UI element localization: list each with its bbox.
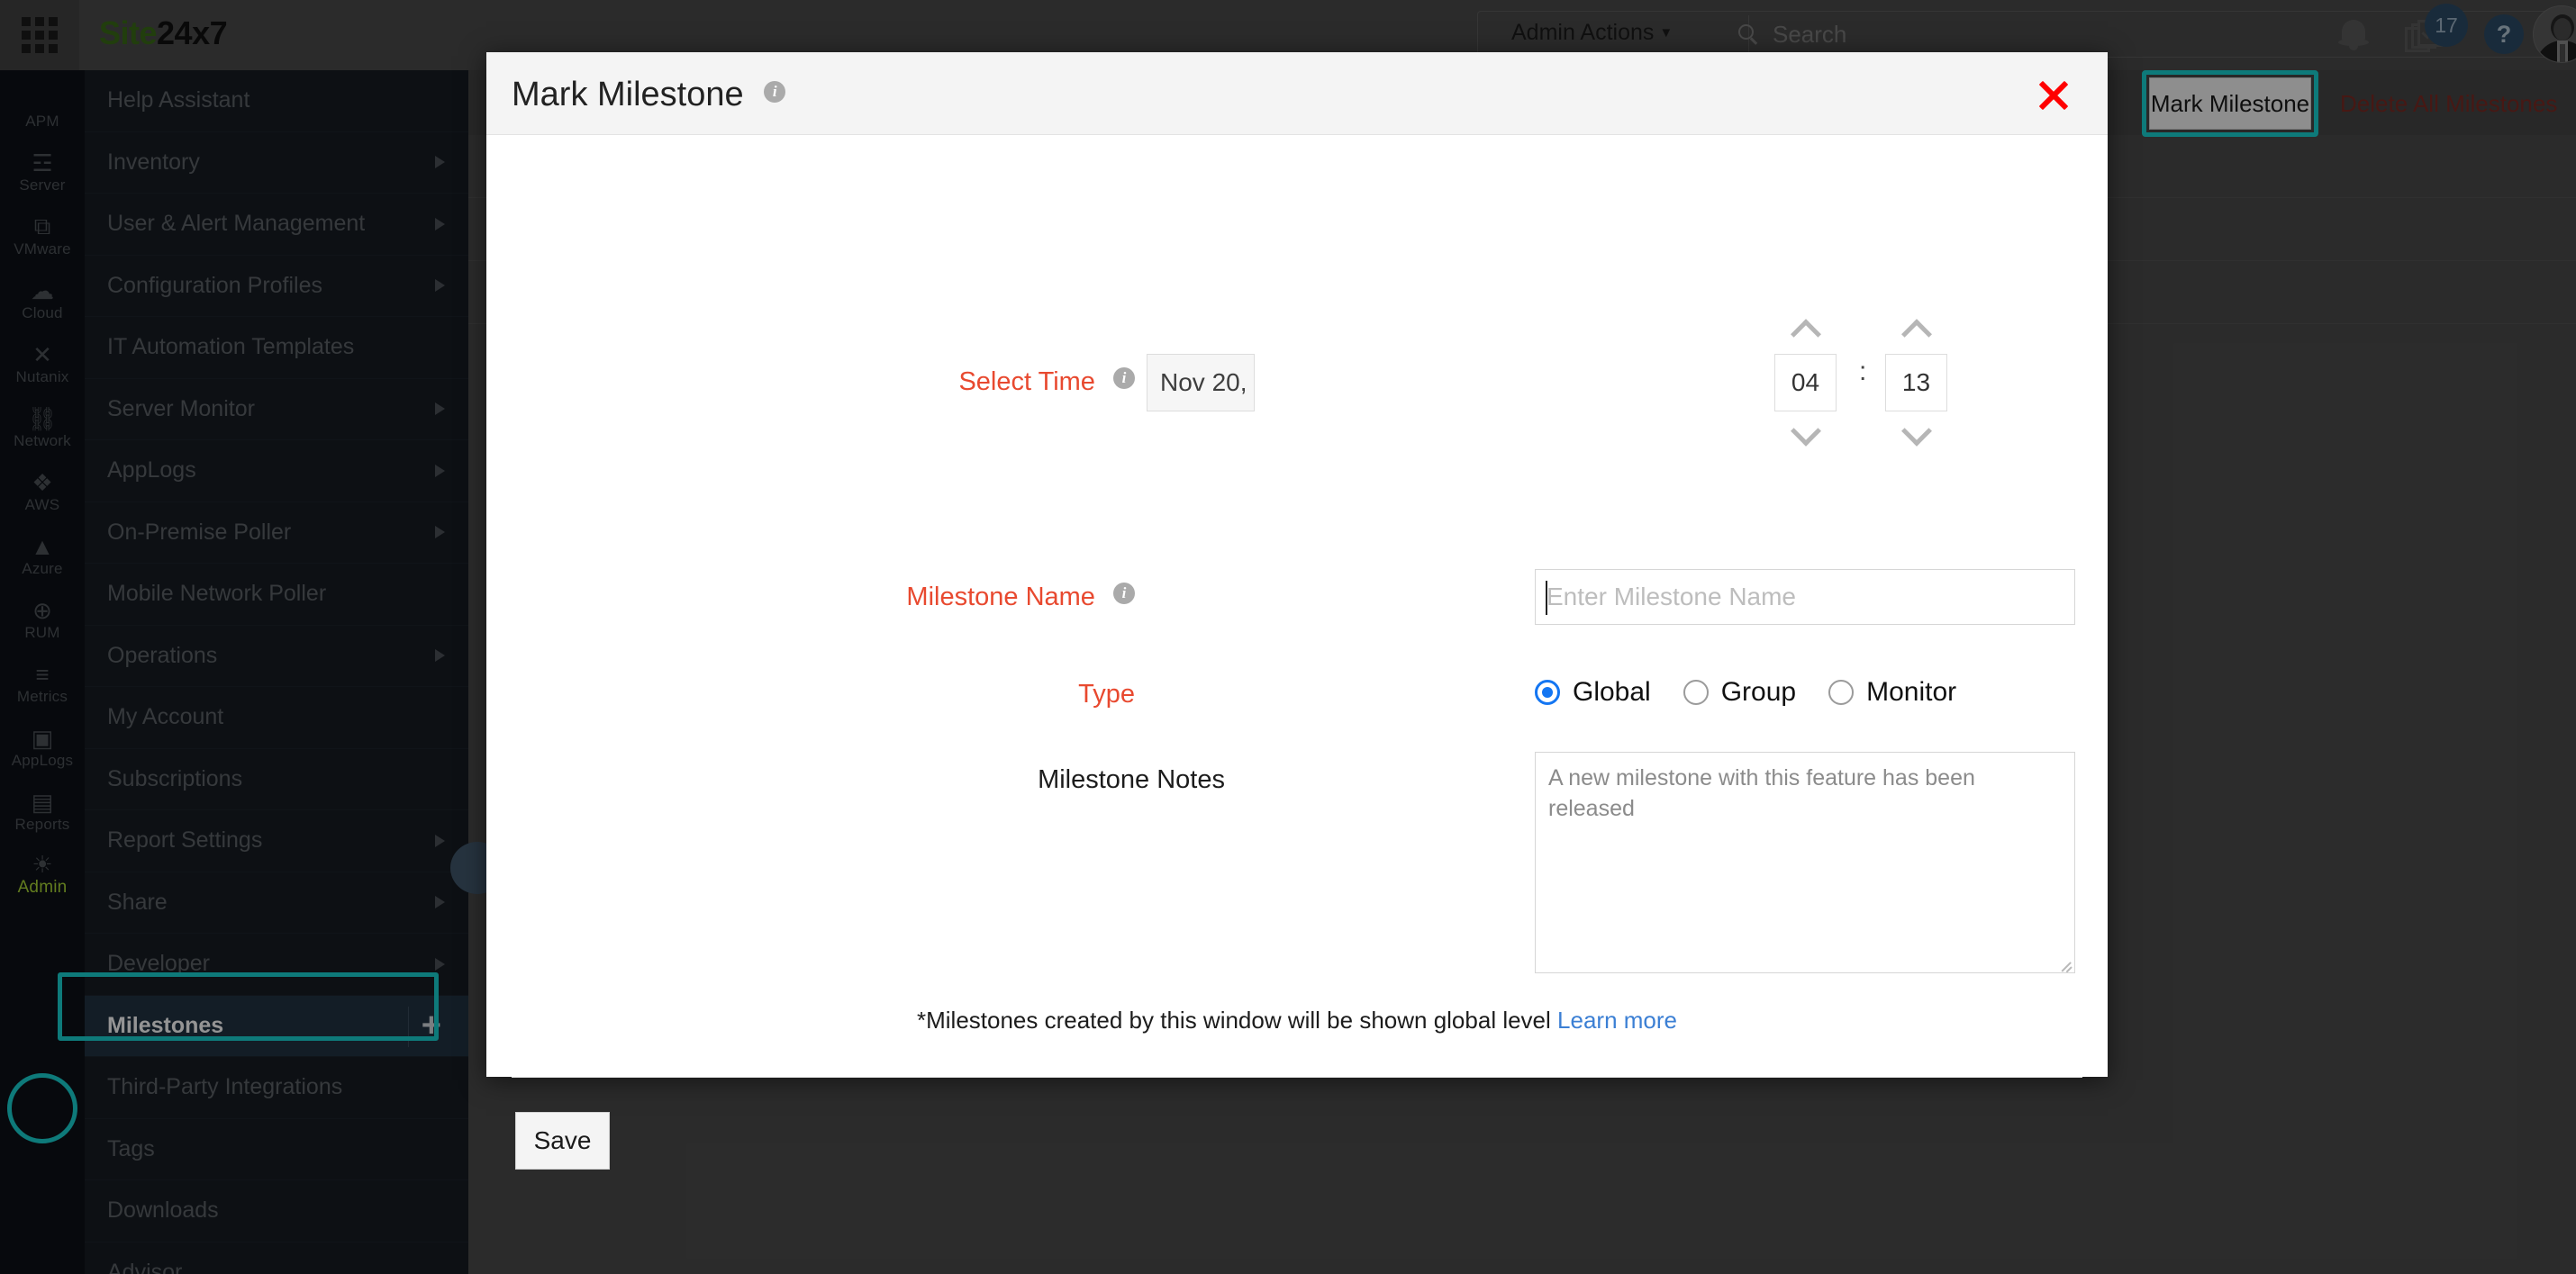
radio-indicator (1828, 680, 1855, 705)
hour-increment-button[interactable] (1774, 312, 1837, 350)
chevron-down-icon (1790, 415, 1821, 447)
divider (512, 1077, 2082, 1078)
hour-decrement-button[interactable] (1774, 415, 1837, 453)
save-button[interactable]: Save (515, 1112, 610, 1170)
dialog-body: Select Time i Nov 20, 2020 04 : 13 Miles… (486, 135, 2108, 1170)
minute-increment-button[interactable] (1885, 312, 1947, 350)
minute-value[interactable]: 13 (1885, 354, 1947, 411)
info-icon[interactable]: i (1113, 583, 1135, 605)
close-icon[interactable] (2036, 77, 2072, 113)
type-radio-group[interactable]: Group (1683, 677, 1796, 708)
footnote: *Milestones created by this window will … (486, 1007, 2108, 1035)
type-radio-label: Global (1573, 677, 1651, 707)
milestone-notes-placeholder: A new milestone with this feature has be… (1548, 765, 1975, 821)
type-radio-label: Monitor (1866, 677, 1957, 707)
dialog-header: Mark Milestone i (486, 52, 2108, 135)
date-input[interactable]: Nov 20, 2020 (1147, 354, 1255, 411)
minute-stepper[interactable]: 13 (1885, 319, 1947, 447)
time-separator: : (1859, 357, 1867, 386)
screen: Site24x7 Admin Actions ▼ Search 17 ? APM ☲… (0, 0, 2576, 1274)
milestone-notes-textarea[interactable]: A new milestone with this feature has be… (1535, 752, 2075, 973)
hour-stepper[interactable]: 04 (1774, 319, 1837, 447)
mark-milestone-dialog: Mark Milestone i Select Time i Nov 20, 2… (486, 52, 2108, 1170)
type-label: Type (1078, 680, 1135, 709)
text-cursor (1546, 581, 1547, 615)
dialog-title: Mark Milestone i (512, 76, 786, 114)
minute-decrement-button[interactable] (1885, 415, 1947, 453)
textarea-resize-handle[interactable] (2058, 956, 2073, 972)
milestone-name-input[interactable]: Enter Milestone Name (1535, 569, 2075, 625)
milestone-name-label: Milestone Name i (775, 583, 1135, 612)
dialog-title-text: Mark Milestone (512, 76, 744, 113)
radio-indicator (1535, 680, 1560, 705)
milestone-name-placeholder: Enter Milestone Name (1547, 583, 1797, 610)
chevron-up-icon (1790, 319, 1821, 350)
learn-more-link[interactable]: Learn more (1557, 1007, 1677, 1034)
type-radio-monitor[interactable]: Monitor (1828, 677, 1956, 708)
milestone-notes-label: Milestone Notes (1038, 765, 1225, 794)
radio-indicator (1683, 680, 1709, 705)
type-radio-label: Group (1720, 677, 1797, 707)
select-time-label: Select Time i (775, 367, 1135, 397)
info-icon[interactable]: i (764, 80, 786, 103)
chevron-up-icon (1900, 319, 1932, 350)
hour-value[interactable]: 04 (1774, 354, 1837, 411)
milestone-name-label-text: Milestone Name (906, 583, 1095, 611)
footnote-text: *Milestones created by this window will … (916, 1007, 1551, 1034)
type-radio-global[interactable]: Global (1535, 677, 1651, 708)
type-radio-group: Global Group Monitor (1535, 677, 1989, 708)
select-time-label-text: Select Time (958, 367, 1095, 396)
info-icon[interactable]: i (1113, 367, 1135, 390)
chevron-down-icon (1900, 415, 1932, 447)
